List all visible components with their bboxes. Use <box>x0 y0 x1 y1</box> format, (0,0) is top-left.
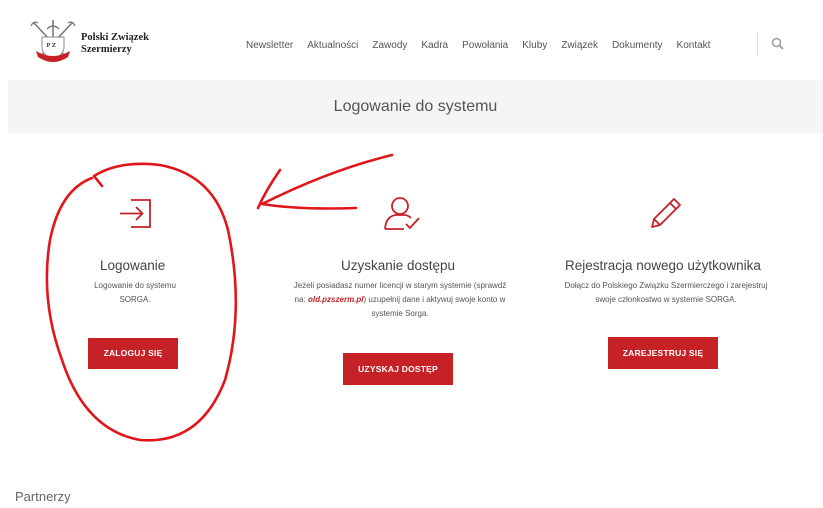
login-desc-line-2: SORGA. <box>119 295 151 304</box>
access-heading: Uzyskanie dostępu <box>341 258 456 273</box>
access-desc-line-1: Jeżeli posiadasz numer licencji w starym… <box>293 281 507 290</box>
login-desc-line-1: Logowanie do systemu <box>94 281 176 290</box>
site-header: P Z Polski Związek Szermierzy Newsletter… <box>0 0 823 80</box>
nav-aktualnosci[interactable]: Aktualności <box>307 40 358 51</box>
pencil-icon <box>651 198 681 228</box>
nav-dokumenty[interactable]: Dokumenty <box>612 40 663 51</box>
page-title: Logowanie do systemu <box>333 98 498 115</box>
register-button[interactable]: ZAREJESTRUJ SIĘ <box>608 337 718 369</box>
access-description: Jeżeli posiadasz numer licencji w starym… <box>271 279 529 321</box>
search-icon[interactable] <box>771 37 784 50</box>
svg-text:P Z: P Z <box>47 42 57 49</box>
logo-line-2: Szermierzy <box>81 44 132 55</box>
access-desc-prefix: na: <box>294 295 308 304</box>
nav-zawody[interactable]: Zawody <box>372 40 407 51</box>
page: P Z Polski Związek Szermierzy Newsletter… <box>0 0 823 508</box>
access-desc-line-3: systemie Sorga. <box>371 309 429 318</box>
login-heading: Logowanie <box>100 258 166 273</box>
nav-divider <box>757 32 758 56</box>
annotation-arrow-head <box>256 168 282 210</box>
access-desc-suffix: ) uzupełnij dane i aktywuj swoje konto w <box>363 295 506 304</box>
login-description: Logowanie do systemu SORGA. <box>65 279 205 307</box>
register-desc-line-1: Dołącz do Polskiego Związku Szermierczeg… <box>564 281 768 290</box>
main-nav: Newsletter Aktualności Zawody Kadra Powo… <box>246 38 724 52</box>
old-site-link[interactable]: old.pzszerm.pl <box>308 295 364 304</box>
get-access-button[interactable]: UZYSKAJ DOSTĘP <box>343 353 453 385</box>
register-desc-line-2: swoje członkostwo w systemie SORGA. <box>595 295 737 304</box>
nav-zwiazek[interactable]: Związek <box>561 40 598 51</box>
nav-powolania[interactable]: Powołania <box>462 40 508 51</box>
logo-line-1: Polski Związek <box>81 32 149 43</box>
site-logo[interactable]: P Z Polski Związek Szermierzy <box>28 17 178 69</box>
nav-kontakt[interactable]: Kontakt <box>677 40 711 51</box>
nav-kluby[interactable]: Kluby <box>522 40 547 51</box>
access-desc-line-2: na: old.pzszerm.pl) uzupełnij dane i akt… <box>271 293 529 307</box>
login-icon <box>120 199 151 228</box>
page-title-bar: Logowanie do systemu <box>8 80 823 133</box>
user-check-icon <box>384 197 420 230</box>
nav-newsletter[interactable]: Newsletter <box>246 40 293 51</box>
register-heading: Rejestracja nowego użytkownika <box>565 258 761 273</box>
partners-heading: Partnerzy <box>15 489 71 504</box>
fencing-emblem-icon: P Z <box>30 20 76 62</box>
register-description: Dołącz do Polskiego Związku Szermierczeg… <box>543 279 789 307</box>
annotation-arrow-shaft <box>260 153 394 210</box>
login-button[interactable]: ZALOGUJ SIĘ <box>88 338 178 369</box>
logo-text: Polski Związek Szermierzy <box>81 32 149 56</box>
nav-kadra[interactable]: Kadra <box>421 40 448 51</box>
